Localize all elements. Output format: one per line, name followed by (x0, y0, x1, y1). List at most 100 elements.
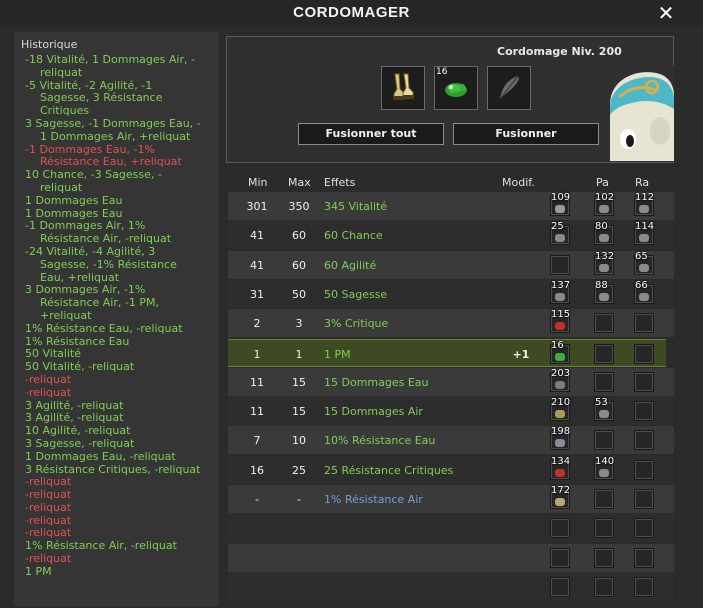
table-row[interactable]: 41 60 60 Agilité 132 65 (228, 251, 674, 279)
row-max: 10 (292, 434, 306, 447)
rune-gem-icon (599, 264, 609, 272)
close-button[interactable]: ✕ (655, 2, 677, 24)
rune-slot-ra[interactable] (634, 518, 654, 538)
table-row[interactable]: 11 15 15 Dommages Air 210 53 (228, 397, 674, 425)
rune-slot-ra[interactable] (634, 401, 654, 421)
row-min: 301 (246, 200, 268, 213)
rune-slot-ra[interactable]: 114 (634, 221, 654, 245)
rune-slot-base[interactable] (550, 577, 570, 597)
table-row[interactable]: 16 25 25 Résistance Critiques 134 140 (228, 456, 674, 484)
history-panel[interactable]: Historique -18 Vitalité, 1 Dommages Air,… (14, 32, 218, 606)
rune-slot-ra[interactable] (634, 577, 654, 597)
row-min: 11 (250, 376, 264, 389)
rune-slot-ra[interactable] (634, 460, 654, 480)
fuse-all-button[interactable]: Fusionner tout (298, 123, 444, 145)
boots-item-icon (393, 73, 414, 100)
rune-count: 140 (595, 456, 615, 467)
rune-slot-pa[interactable] (594, 344, 614, 364)
table-row[interactable]: - - 1% Résistance Air 172 (228, 485, 674, 513)
rune-count: 109 (551, 192, 571, 203)
rune-slot-pa[interactable]: 140 (594, 456, 614, 480)
rune-slot-ra[interactable] (634, 313, 654, 333)
table-row[interactable] (228, 514, 674, 542)
rune-gem-icon (555, 293, 565, 301)
history-entry: 3 Dommages Air, -1% Résistance Air, -1 PM… (25, 284, 205, 322)
history-entry-line: -reliquat (25, 385, 72, 399)
fuse-button[interactable]: Fusionner (453, 123, 599, 145)
rune-slot-base[interactable]: 109 (550, 192, 570, 216)
rune-slot-base[interactable]: 134 (550, 456, 570, 480)
history-entry: -5 Vitalité, -2 Agilité, -1 Sagesse, 3 Ré… (25, 79, 205, 118)
header-effects: Effets (324, 176, 356, 189)
history-entry: 10 Agilité, -reliquat (25, 424, 205, 438)
header-pa: Pa (596, 176, 609, 189)
rune-slot[interactable]: 16 (434, 66, 478, 110)
extra-slot[interactable] (487, 66, 531, 110)
rune-slot-base[interactable]: 198 (550, 426, 570, 450)
rune-slot-base[interactable]: 25 (550, 221, 570, 245)
rune-slot-pa[interactable] (594, 518, 614, 538)
rune-gem-icon (555, 381, 565, 389)
history-entry: 50 Vitalité, -reliquat (25, 360, 205, 374)
rune-slot-ra[interactable] (634, 372, 654, 392)
rune-slot-pa[interactable] (594, 548, 614, 568)
rune-gem-icon (555, 205, 565, 213)
row-max: - (297, 493, 301, 506)
table-row[interactable]: 11 15 15 Dommages Eau 203 (228, 368, 674, 396)
craft-panel: Cordomage Niv. 200 16 Fusionner tout Fus… (226, 36, 674, 163)
rune-slot-pa[interactable] (594, 577, 614, 597)
rune-slot-base[interactable]: 137 (550, 280, 570, 304)
rune-slot-ra[interactable]: 66 (634, 280, 654, 304)
history-entry: 3 Sagesse, -reliquat (25, 437, 205, 451)
rune-gem-icon (555, 353, 565, 361)
table-row[interactable]: 301 350 345 Vitalité 109 102 112 (228, 192, 674, 220)
rune-slot-pa[interactable] (594, 372, 614, 392)
table-row[interactable]: 41 60 60 Chance 25 80 114 (228, 221, 674, 249)
history-entry: -1 Dommages Air, 1% Résistance Air, -reli… (25, 220, 205, 246)
rune-slot-base[interactable]: 203 (550, 368, 570, 392)
rune-gem-icon (639, 234, 649, 242)
row-max: 25 (292, 464, 306, 477)
rune-slot-base[interactable]: 172 (550, 485, 570, 509)
rune-slot-ra[interactable] (634, 344, 654, 364)
row-effect: 15 Dommages Eau (324, 376, 429, 389)
rune-count: 132 (595, 251, 615, 262)
rune-slot-pa[interactable]: 80 (594, 221, 614, 245)
rune-slot-base[interactable] (550, 518, 570, 538)
table-row[interactable] (228, 573, 674, 601)
row-effect: 1% Résistance Air (324, 493, 423, 506)
row-effect: 10% Résistance Eau (324, 434, 436, 447)
rune-slot-ra[interactable] (634, 548, 654, 568)
rune-gem-icon (639, 264, 649, 272)
item-slot[interactable] (381, 66, 425, 110)
table-row[interactable]: 7 10 10% Résistance Eau 198 (228, 426, 674, 454)
rune-slot-pa[interactable]: 88 (594, 280, 614, 304)
rune-slot-base[interactable]: 210 (550, 397, 570, 421)
history-entry-line: -reliquat (25, 552, 72, 566)
table-row[interactable]: 1 1 1 PM +1 16 (228, 339, 666, 367)
row-min: 2 (253, 317, 261, 330)
history-entry-line: reliquat (40, 180, 83, 194)
rune-slot-base[interactable] (550, 548, 570, 568)
rune-slot-ra[interactable] (634, 430, 654, 450)
history-entry-line: +reliquat (40, 308, 92, 322)
rune-slot-pa[interactable]: 53 (594, 397, 614, 421)
rune-slot-base[interactable]: 115 (550, 309, 570, 333)
rune-slot-base[interactable] (550, 255, 570, 275)
title-bar: CORDOMAGER ✕ (0, 0, 703, 26)
table-row[interactable] (228, 544, 674, 572)
rune-slot-pa[interactable] (594, 489, 614, 509)
row-effect: 15 Dommages Air (324, 405, 423, 418)
table-row[interactable]: 31 50 50 Sagesse 137 88 66 (228, 280, 674, 308)
rune-slot-pa[interactable] (594, 430, 614, 450)
rune-slot-pa[interactable] (594, 313, 614, 333)
rune-slot-pa[interactable]: 102 (594, 192, 614, 216)
table-row[interactable]: 2 3 3% Critique 115 (228, 309, 674, 337)
rune-slot-ra[interactable] (634, 489, 654, 509)
rune-slot-ra[interactable]: 65 (634, 251, 654, 275)
craft-level-label: Cordomage Niv. 200 (497, 45, 622, 58)
rune-slot-ra[interactable]: 112 (634, 192, 654, 216)
rune-slot-base[interactable]: 16 (550, 340, 570, 364)
rune-slot-pa[interactable]: 132 (594, 251, 614, 275)
row-min: 41 (250, 259, 264, 272)
